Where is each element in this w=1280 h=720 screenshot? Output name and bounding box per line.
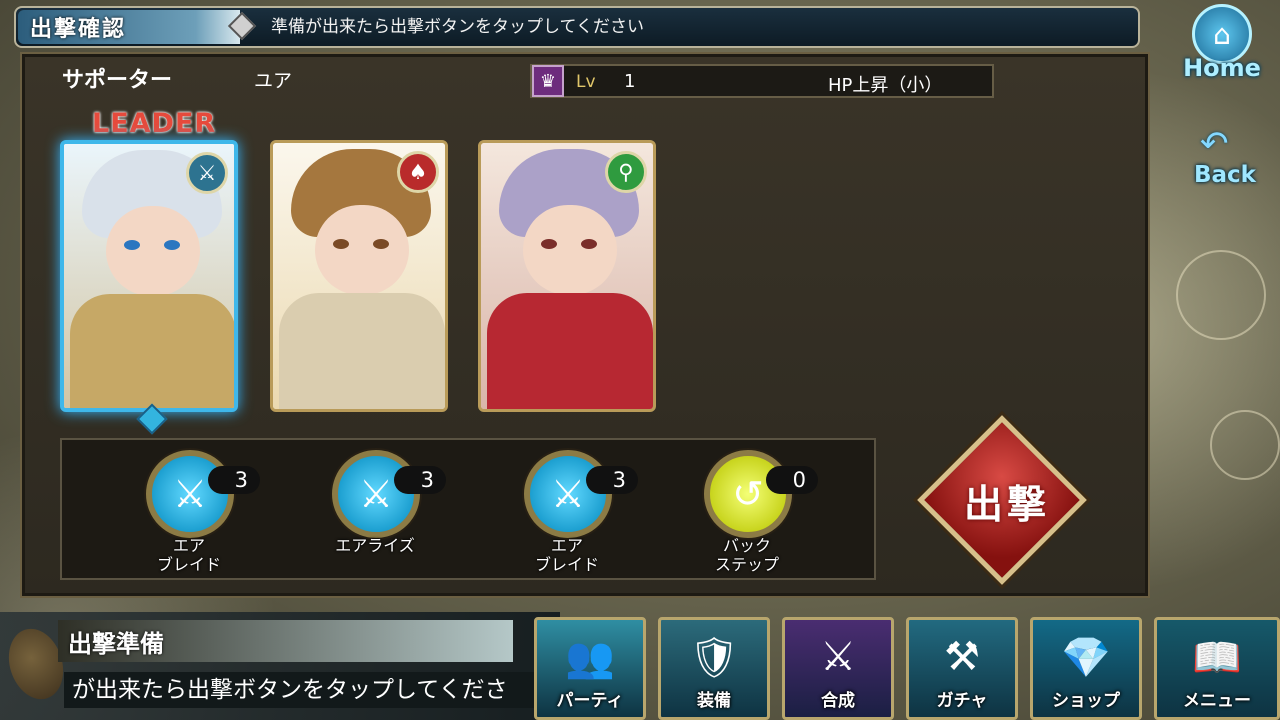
skill-count: 3: [394, 466, 446, 494]
nav-menu[interactable]: 📖 メニュー: [1154, 617, 1280, 720]
nav-equipment[interactable]: 🛡 装備: [658, 617, 770, 720]
backstep-icon: ↺: [704, 450, 792, 538]
portrait-armor: [70, 294, 234, 408]
party-card-2[interactable]: ♠: [270, 140, 448, 412]
portrait-armor: [487, 293, 653, 409]
header-bar: 出撃確認 準備が出来たら出撃ボタンをタップしてください: [14, 6, 1140, 48]
skill-back-step[interactable]: ↺ 0 バック ステップ: [692, 450, 818, 576]
sortie-button-label: 出撃: [964, 483, 1051, 528]
home-button[interactable]: ⌂ Home: [1183, 4, 1261, 82]
back-arrow-icon: ↶: [1200, 124, 1229, 164]
skill-count: 3: [208, 466, 260, 494]
back-button[interactable]: ↶ Back: [1192, 124, 1268, 196]
portrait-face: [106, 206, 200, 296]
nav-shop[interactable]: 💎 ショップ: [1030, 617, 1142, 720]
skill-label: エアライズ: [335, 536, 415, 555]
air-blade-icon: ⚔: [524, 450, 612, 538]
shield-icon: ♛: [532, 65, 564, 97]
portrait-eye: [581, 239, 597, 249]
party-card-1[interactable]: ⚔: [60, 140, 238, 412]
sword-icon: ⚔: [186, 152, 228, 194]
skill-label: バック ステップ: [714, 536, 779, 574]
synthesis-icon: ⚔: [820, 634, 856, 680]
background-ornament: [1210, 410, 1280, 480]
header-message: 準備が出来たら出撃ボタンをタップしてください: [271, 17, 644, 37]
portrait-eye: [333, 239, 349, 249]
supporter-row[interactable]: サポーター ユア ♛ Lv 1 HP上昇（小）: [32, 58, 1032, 100]
nav-label: 装備: [697, 691, 731, 711]
skill-air-blade-2[interactable]: ⚔ 3 エア ブレイド: [512, 450, 638, 576]
portrait-eye: [541, 239, 557, 249]
portrait-face: [315, 205, 409, 295]
skill-air-blade-1[interactable]: ⚔ 3 エア ブレイド: [134, 450, 260, 576]
supporter-skill-box: ♛ Lv 1 HP上昇（小）: [530, 64, 994, 98]
leader-label: LEADER: [92, 108, 217, 139]
nav-party[interactable]: 👥 パーティ: [534, 617, 646, 720]
bottom-navigation: 👥 パーティ 🛡 装備 ⚔ 合成 ⚒ ガチャ 💎 ショップ 📖 メニュー: [534, 617, 1280, 720]
nav-label: パーティ: [556, 691, 624, 711]
nav-gacha[interactable]: ⚒ ガチャ: [906, 617, 1018, 720]
nav-label: ショップ: [1052, 691, 1120, 711]
air-blade-icon: ⚔: [146, 450, 234, 538]
portrait-eye: [164, 240, 180, 250]
nav-label: メニュー: [1183, 691, 1251, 711]
gacha-icon: ⚒: [944, 634, 980, 680]
staff-icon: ⚲: [605, 151, 647, 193]
party-icon: 👥: [565, 634, 615, 681]
nav-synthesis[interactable]: ⚔ 合成: [782, 617, 894, 720]
nav-label: 合成: [821, 691, 855, 711]
portrait-eye: [124, 240, 140, 250]
skill-label: エア ブレイド: [534, 536, 599, 574]
skill-count: 3: [586, 466, 638, 494]
portrait-face: [523, 205, 617, 295]
level-label: Lv: [576, 72, 596, 92]
nav-label: ガチャ: [936, 691, 988, 711]
shop-icon: 💎: [1061, 634, 1111, 681]
supporter-skill-name: HP上昇（小）: [828, 75, 943, 96]
skill-label: エア ブレイド: [156, 536, 221, 574]
sortie-button[interactable]: 出撃: [912, 415, 1096, 585]
supporter-name: ユア: [254, 70, 293, 92]
status-message: が出来たら出撃ボタンをタップしてくださ: [64, 672, 534, 708]
air-rise-icon: ⚔: [332, 450, 420, 538]
background-ornament: [1176, 250, 1266, 340]
page-title: 出撃確認: [18, 10, 240, 44]
equipment-icon: 🛡: [688, 634, 740, 681]
home-label: Home: [1183, 54, 1261, 82]
menu-book-icon: 📖: [1192, 634, 1242, 681]
party-card-3[interactable]: ⚲: [478, 140, 656, 412]
skill-count: 0: [766, 466, 818, 494]
level-value: 1: [624, 71, 636, 92]
status-title: 出撃準備: [58, 620, 513, 662]
portrait-eye: [373, 239, 389, 249]
spear-shield-icon: ♠: [397, 151, 439, 193]
portrait-armor: [279, 293, 445, 409]
supporter-label: サポーター: [62, 68, 173, 93]
skill-air-rise[interactable]: ⚔ 3 エアライズ: [320, 450, 446, 576]
back-label: Back: [1194, 162, 1256, 188]
